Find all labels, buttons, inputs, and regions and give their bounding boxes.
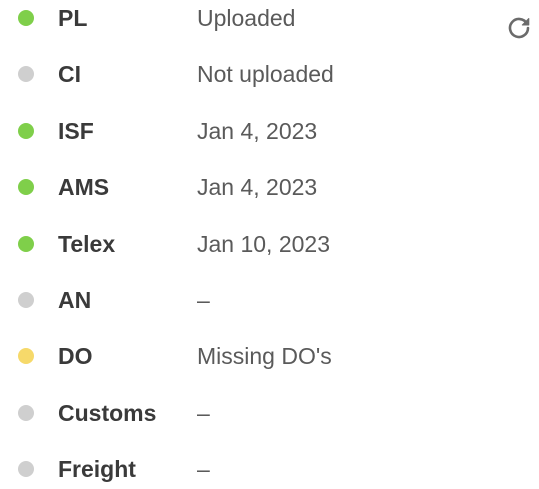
status-dot xyxy=(18,179,34,196)
status-dot xyxy=(18,66,34,83)
status-value: Uploaded xyxy=(197,5,296,31)
status-dot xyxy=(18,122,34,139)
status-row-customs: Customs – xyxy=(0,393,539,433)
status-value: Missing DO's xyxy=(197,343,332,370)
status-label: Telex xyxy=(58,230,116,257)
refresh-button[interactable] xyxy=(505,14,533,42)
status-dot xyxy=(18,461,34,478)
status-value: Jan 4, 2023 xyxy=(197,117,318,144)
status-label: PL xyxy=(58,5,88,31)
status-label: AN xyxy=(58,287,92,313)
status-value: – xyxy=(197,399,210,426)
status-dot xyxy=(18,404,34,421)
status-dot xyxy=(18,348,34,365)
status-dot xyxy=(18,10,34,26)
status-label: DO xyxy=(58,343,93,370)
status-value: – xyxy=(197,287,210,313)
status-row-pl: PL Uploaded xyxy=(0,0,539,38)
status-value: Not uploaded xyxy=(197,61,334,88)
refresh-icon xyxy=(508,17,530,39)
status-row-do: DO Missing DO's xyxy=(0,336,539,376)
status-dot xyxy=(18,292,34,308)
status-row-telex: Telex Jan 10, 2023 xyxy=(0,224,539,264)
status-row-freight: Freight – xyxy=(0,449,539,489)
status-row-an: AN – xyxy=(0,280,539,320)
status-label: AMS xyxy=(58,174,110,201)
status-label: ISF xyxy=(58,117,94,144)
status-label: Customs xyxy=(58,399,157,426)
status-value: – xyxy=(197,456,210,483)
status-row-ci: CI Not uploaded xyxy=(0,54,539,94)
status-label: CI xyxy=(58,61,81,88)
status-row-isf: ISF Jan 4, 2023 xyxy=(0,111,539,151)
status-label: Freight xyxy=(58,456,136,483)
status-dot xyxy=(18,235,34,252)
status-value: Jan 4, 2023 xyxy=(197,174,318,201)
status-row-ams: AMS Jan 4, 2023 xyxy=(0,167,539,207)
status-value: Jan 10, 2023 xyxy=(197,230,331,257)
